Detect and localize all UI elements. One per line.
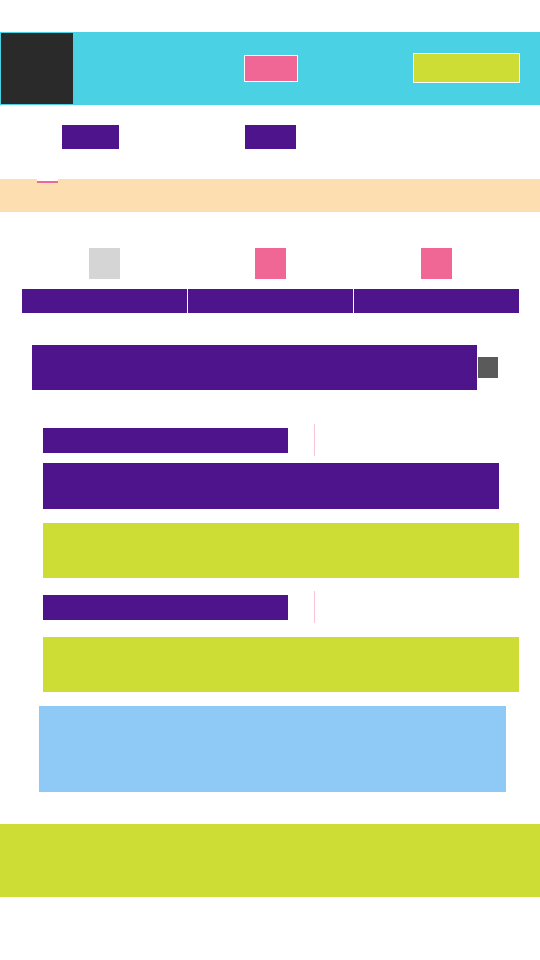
banner-accent-mark [37, 179, 58, 183]
step-indicator-2 [255, 248, 286, 279]
step-indicator-3 [421, 248, 452, 279]
form-label-1 [43, 428, 288, 453]
tab-2[interactable] [188, 289, 353, 313]
form-input-1[interactable] [43, 463, 499, 509]
page-footer[interactable] [0, 824, 540, 897]
header-pink-button[interactable] [244, 55, 298, 82]
wide-input-field[interactable] [32, 345, 477, 390]
logo-block[interactable] [1, 33, 73, 104]
nav-button-a[interactable] [62, 125, 119, 149]
field-side-button[interactable] [478, 357, 498, 378]
form-divider-1 [314, 424, 315, 456]
form-divider-2 [314, 591, 315, 623]
step-indicator-1 [89, 248, 120, 279]
header-lime-button[interactable] [413, 53, 520, 83]
nav-button-b[interactable] [245, 125, 296, 149]
info-box [39, 706, 506, 792]
notice-banner [0, 179, 540, 212]
form-panel-2[interactable] [43, 637, 519, 692]
tab-3[interactable] [354, 289, 519, 313]
tab-1[interactable] [22, 289, 187, 313]
form-panel-1[interactable] [43, 523, 519, 578]
form-label-2 [43, 595, 288, 620]
